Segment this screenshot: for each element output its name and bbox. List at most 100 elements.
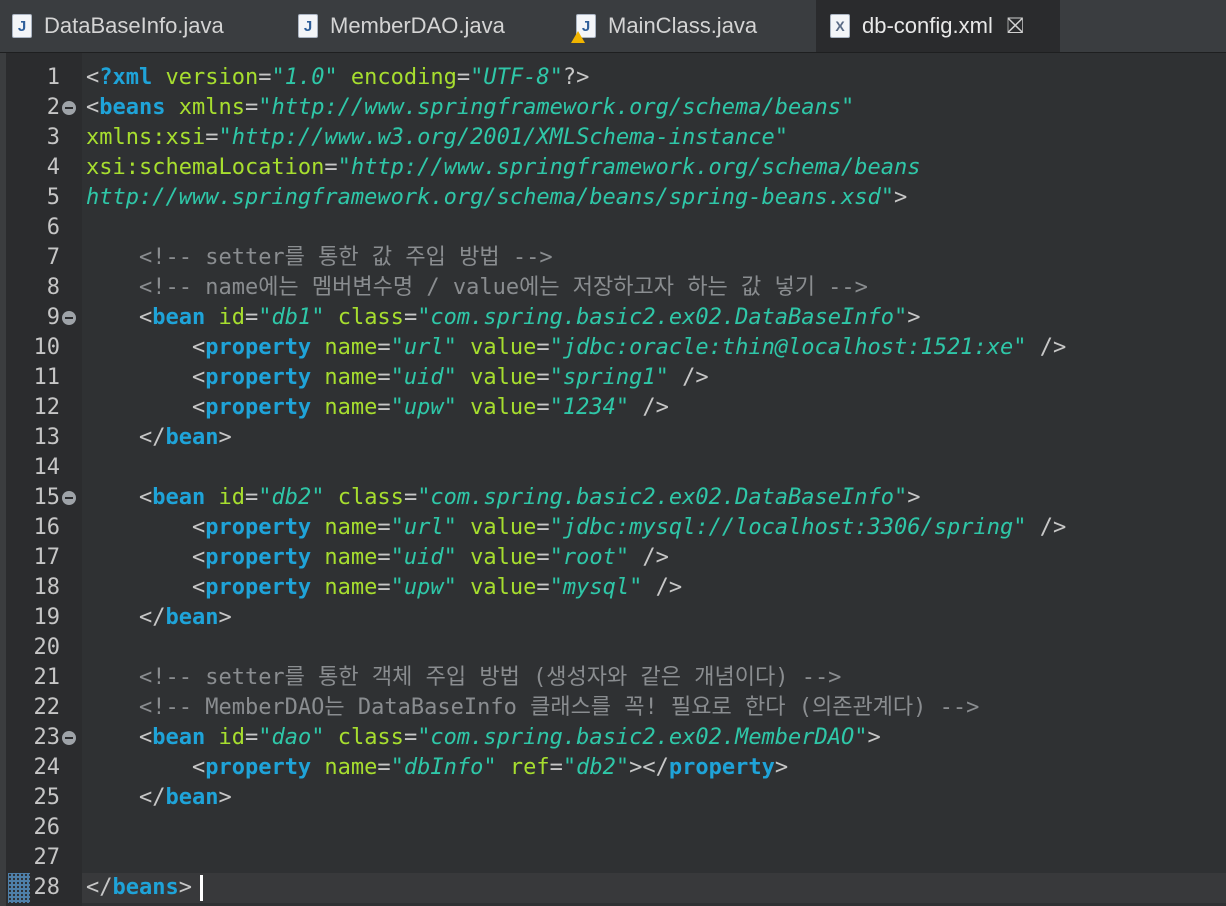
code-token-tag: bean bbox=[165, 425, 219, 450]
line-number: 25 bbox=[33, 785, 61, 810]
code-token-punct: = bbox=[536, 515, 550, 540]
code-line[interactable]: <property name="uid" value="root" /> bbox=[86, 543, 669, 573]
line-number: 22 bbox=[33, 695, 61, 720]
code-line[interactable]: <!-- setter를 통한 값 주입 방법 --> bbox=[86, 243, 553, 273]
fold-toggle-icon[interactable] bbox=[62, 731, 76, 745]
code-token-str: "mysql" bbox=[549, 575, 643, 600]
code-line[interactable]: <bean id="db2" class="com.spring.basic2.… bbox=[86, 483, 921, 513]
tab-databaseinfo-java[interactable]: J DataBaseInfo.java bbox=[0, 0, 290, 52]
code-token-tag: property bbox=[668, 755, 775, 780]
code-token-punct: = bbox=[377, 755, 391, 780]
xml-editor[interactable]: <?xml version="1.0" encoding="UTF-8"?> <b… bbox=[0, 53, 1226, 906]
code-token-punct: > bbox=[867, 725, 881, 750]
code-line[interactable]: <beans xmlns="http://www.springframework… bbox=[86, 93, 854, 123]
code-line[interactable]: <property name="dbInfo" ref="db2"></prop… bbox=[86, 753, 788, 783]
code-token-str: "upw" bbox=[390, 575, 457, 600]
code-token-punct: </ bbox=[138, 425, 166, 450]
tab-db-config-xml[interactable]: X db-config.xml ⛝ bbox=[816, 0, 1060, 52]
code-token-str: "db1" bbox=[258, 305, 325, 330]
line-number: 3 bbox=[46, 125, 60, 150]
code-token-punct: = bbox=[536, 395, 550, 420]
code-token-punct: </ bbox=[138, 605, 166, 630]
code-token-punct: > bbox=[893, 185, 908, 210]
code-token-punct: /> bbox=[668, 365, 709, 390]
code-token-str: "com.spring.basic2.ex02.DataBaseInfo" bbox=[417, 305, 908, 330]
code-token-comment: <!-- name에는 멤버변수명 / value에는 저장하고자 하는 값 넣… bbox=[138, 275, 868, 300]
code-line[interactable]: </beans> bbox=[86, 873, 192, 903]
code-token-attr: id bbox=[205, 725, 245, 750]
code-token-tag: bean bbox=[165, 605, 219, 630]
fold-toggle-icon[interactable] bbox=[62, 491, 76, 505]
code-line[interactable]: </bean> bbox=[86, 783, 232, 813]
code-token-attr: encoding bbox=[337, 65, 457, 90]
java-file-warning-icon: J bbox=[571, 14, 596, 43]
close-tab-icon[interactable]: ⛝ bbox=[1007, 13, 1024, 39]
code-token-str: "http://www.w3.org/2001/XMLSchema-instan… bbox=[218, 125, 789, 150]
tab-mainclass-java[interactable]: J MainClass.java bbox=[560, 0, 816, 52]
code-token-punct: = bbox=[549, 755, 563, 780]
code-token-attr: name bbox=[311, 395, 378, 420]
code-token-punct: > bbox=[907, 305, 921, 330]
code-line[interactable]: <bean id="db1" class="com.spring.basic2.… bbox=[86, 303, 921, 333]
line-number: 11 bbox=[33, 365, 61, 390]
code-line[interactable]: <!-- name에는 멤버변수명 / value에는 저장하고자 하는 값 넣… bbox=[86, 273, 868, 303]
code-line[interactable]: xmlns:xsi="http://www.w3.org/2001/XMLSch… bbox=[86, 123, 788, 153]
tab-memberdao-java[interactable]: J MemberDAO.java bbox=[290, 0, 560, 52]
code-token-punct: = bbox=[536, 365, 550, 390]
code-token-comment: <!-- MemberDAO는 DataBaseInfo 클래스를 꼭! 필요로… bbox=[138, 695, 980, 720]
code-token-attr: name bbox=[311, 755, 378, 780]
code-token-attr: name bbox=[311, 335, 378, 360]
code-token-punct: < bbox=[191, 395, 206, 420]
code-line[interactable]: <!-- MemberDAO는 DataBaseInfo 클래스를 꼭! 필요로… bbox=[86, 693, 979, 723]
code-token-punct: < bbox=[191, 545, 206, 570]
line-number: 5 bbox=[46, 185, 60, 210]
xml-file-icon: X bbox=[830, 14, 850, 38]
code-line[interactable]: <property name="upw" value="1234" /> bbox=[86, 393, 669, 423]
code-token-attr: version bbox=[152, 65, 259, 90]
code-token-tag: bean bbox=[152, 725, 206, 750]
code-token-attr: value bbox=[456, 335, 537, 360]
code-line[interactable]: <property name="upw" value="mysql" /> bbox=[86, 573, 682, 603]
code-token-str: "com.spring.basic2.ex02.DataBaseInfo" bbox=[417, 485, 908, 510]
code-line[interactable]: <property name="url" value="jdbc:mysql:/… bbox=[86, 513, 1066, 543]
code-token-punct: > bbox=[218, 425, 232, 450]
code-token-punct: < bbox=[191, 365, 206, 390]
fold-toggle-icon[interactable] bbox=[62, 311, 76, 325]
code-token-str: "upw" bbox=[390, 395, 457, 420]
code-token-punct: = bbox=[403, 725, 418, 750]
code-line[interactable]: <?xml version="1.0" encoding="UTF-8"?> bbox=[86, 63, 589, 93]
line-number: 14 bbox=[33, 455, 61, 480]
code-token-str: "UTF-8" bbox=[470, 65, 563, 90]
code-token-attr: xmlns bbox=[165, 95, 245, 120]
code-token-punct: < bbox=[191, 755, 206, 780]
code-token-punct: = bbox=[377, 335, 391, 360]
code-token-attr: name bbox=[311, 365, 378, 390]
tab-label: MemberDAO.java bbox=[330, 13, 505, 38]
code-token-punct: = bbox=[536, 545, 550, 570]
code-token-str: "db2" bbox=[562, 755, 630, 780]
code-line[interactable]: </bean> bbox=[86, 603, 232, 633]
code-line[interactable]: <property name="uid" value="spring1" /> bbox=[86, 363, 709, 393]
code-token-punct: < bbox=[86, 95, 100, 120]
code-line[interactable]: xsi:schemaLocation="http://www.springfra… bbox=[86, 153, 920, 183]
line-number: 16 bbox=[33, 515, 61, 540]
code-token-attr: xsi:schemaLocation bbox=[86, 155, 325, 180]
code-token-comment: <!-- setter를 통한 객체 주입 방법 (생성자와 같은 개념이다) … bbox=[138, 665, 842, 690]
code-token-punct: < bbox=[138, 305, 153, 330]
code-token-punct: < bbox=[138, 725, 153, 750]
code-line[interactable]: <bean id="dao" class="com.spring.basic2.… bbox=[86, 723, 881, 753]
code-line[interactable]: <property name="url" value="jdbc:oracle:… bbox=[86, 333, 1066, 363]
code-token-punct: > bbox=[907, 485, 921, 510]
code-token-str: "http://www.springframework.org/schema/b… bbox=[337, 155, 921, 180]
fold-toggle-icon[interactable] bbox=[62, 101, 76, 115]
code-token-tag: ?xml bbox=[99, 65, 153, 90]
code-token-attr: id bbox=[205, 305, 245, 330]
line-number: 7 bbox=[46, 245, 60, 270]
code-line[interactable]: <!-- setter를 통한 객체 주입 방법 (생성자와 같은 개념이다) … bbox=[86, 663, 841, 693]
code-line[interactable]: http://www.springframework.org/schema/be… bbox=[86, 183, 907, 213]
code-line[interactable]: </bean> bbox=[86, 423, 232, 453]
